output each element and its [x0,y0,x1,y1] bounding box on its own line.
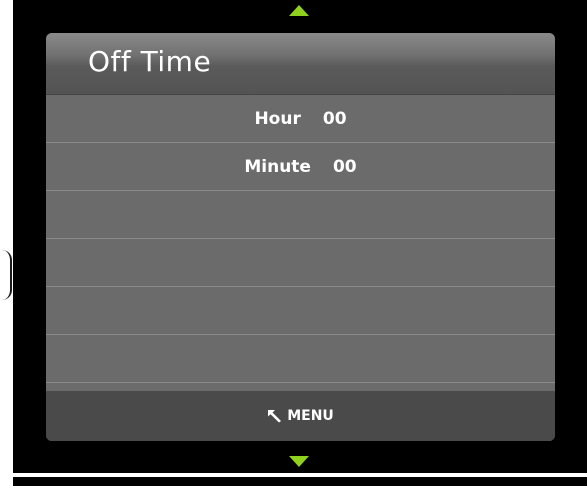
empty-row [46,191,555,239]
bezel-edge [0,250,12,300]
page-title: Off Time [88,45,212,78]
return-arrow-icon [268,410,282,423]
empty-row [46,335,555,383]
bottom-bezel [13,477,587,486]
menu-label: MENU [287,408,334,424]
empty-row [46,239,555,287]
menu-button[interactable]: MENU [46,391,555,441]
empty-row [46,287,555,335]
hour-label: Hour [254,108,301,129]
minute-value: 00 [332,156,357,177]
minute-label: Minute [244,156,311,177]
setting-row-hour[interactable]: Hour 00 [46,95,555,143]
settings-list: Hour 00 Minute 00 [46,95,555,383]
scroll-up-arrow-icon[interactable] [289,5,309,16]
panel-header: Off Time [46,33,555,95]
setting-row-minute[interactable]: Minute 00 [46,143,555,191]
scroll-down-arrow-icon[interactable] [289,456,309,467]
hour-value: 00 [322,108,347,129]
off-time-panel: Off Time Hour 00 Minute 00 MENU [46,33,555,441]
